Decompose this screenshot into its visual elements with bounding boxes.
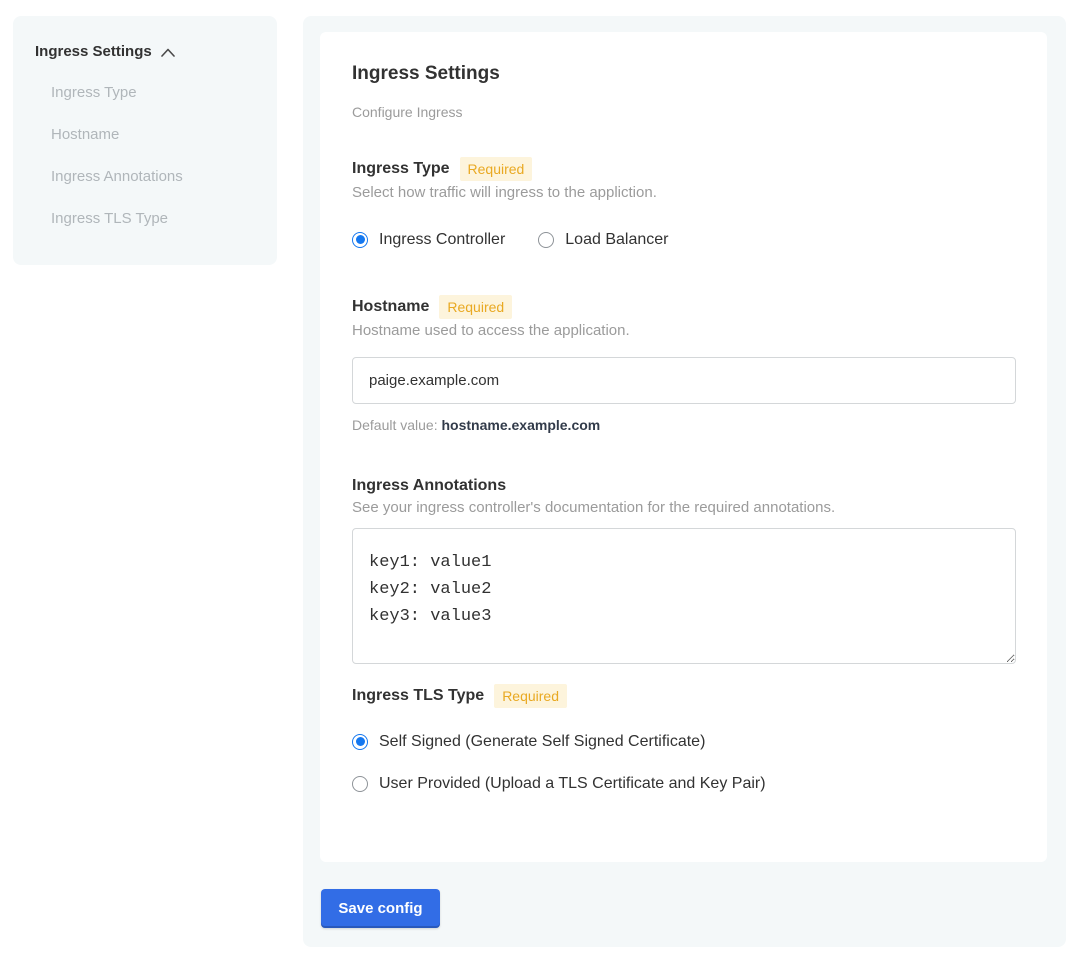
field-label-hostname: Hostname [352,297,429,317]
field-ingress-annotations: Ingress Annotations See your ingress con… [352,476,1015,664]
sidebar-item-ingress-tls-type[interactable]: Ingress TLS Type [51,211,259,227]
ingress-annotations-textarea[interactable]: key1: value1 key2: value2 key3: value3 [352,528,1016,664]
save-config-button[interactable]: Save config [321,889,440,928]
radio-label-user-provided[interactable]: User Provided (Upload a TLS Certificate … [379,774,766,793]
field-help-ingress-type: Select how traffic will ingress to the a… [352,184,1015,202]
radio-icon-self-signed[interactable] [352,734,368,750]
sidebar-group-ingress-settings[interactable]: Ingress Settings [35,43,259,60]
ingress-type-radio-group: Ingress Controller Load Balancer [352,230,1015,249]
ingress-settings-card: Ingress Settings Configure Ingress Ingre… [320,32,1047,862]
field-help-ingress-annotations: See your ingress controller's documentat… [352,499,1015,517]
hostname-input[interactable] [352,357,1016,404]
sidebar-item-list: Ingress Type Hostname Ingress Annotation… [35,85,259,227]
page-title: Ingress Settings [352,62,1015,85]
radio-option-ingress-controller[interactable]: Ingress Controller [352,230,505,249]
radio-option-load-balancer[interactable]: Load Balancer [538,230,668,249]
hostname-default-value: Default value: hostname.example.com [352,417,1015,434]
sidebar-item-ingress-annotations[interactable]: Ingress Annotations [51,169,259,185]
required-badge: Required [439,295,512,319]
sidebar-group-label: Ingress Settings [35,43,152,60]
sidebar-item-hostname[interactable]: Hostname [51,127,259,143]
required-badge: Required [494,684,567,708]
field-ingress-type: Ingress Type Required Select how traffic… [352,157,1015,249]
radio-icon-user-provided[interactable] [352,776,368,792]
page-subtitle: Configure Ingress [352,104,1015,121]
field-hostname: Hostname Required Hostname used to acces… [352,295,1015,434]
radio-label-load-balancer[interactable]: Load Balancer [565,230,668,249]
field-label-ingress-type: Ingress Type [352,159,450,179]
config-panel: Ingress Settings Configure Ingress Ingre… [303,16,1066,947]
default-value-text: hostname.example.com [442,417,601,433]
radio-icon-ingress-controller[interactable] [352,232,368,248]
ingress-tls-type-radio-group: Self Signed (Generate Self Signed Certif… [352,732,1015,793]
radio-label-self-signed[interactable]: Self Signed (Generate Self Signed Certif… [379,732,705,751]
radio-label-ingress-controller[interactable]: Ingress Controller [379,230,505,249]
default-value-prefix: Default value: [352,417,442,433]
radio-option-self-signed[interactable]: Self Signed (Generate Self Signed Certif… [352,732,1015,751]
field-help-hostname: Hostname used to access the application. [352,322,1015,340]
radio-icon-load-balancer[interactable] [538,232,554,248]
chevron-up-icon [161,48,175,57]
field-label-ingress-annotations: Ingress Annotations [352,476,506,496]
sidebar-item-ingress-type[interactable]: Ingress Type [51,85,259,101]
field-ingress-tls-type: Ingress TLS Type Required Self Signed (G… [352,684,1015,793]
required-badge: Required [460,157,533,181]
field-label-ingress-tls-type: Ingress TLS Type [352,686,484,706]
config-nav-sidebar: Ingress Settings Ingress Type Hostname I… [13,16,277,265]
radio-option-user-provided[interactable]: User Provided (Upload a TLS Certificate … [352,774,1015,793]
